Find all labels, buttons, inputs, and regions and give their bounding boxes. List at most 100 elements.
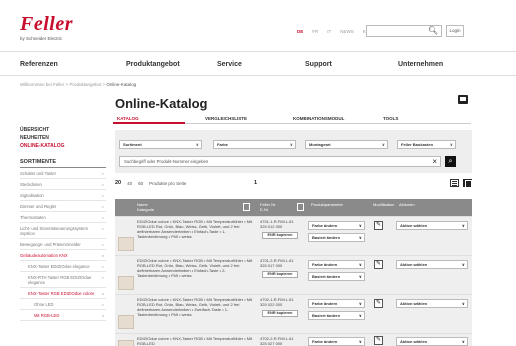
product-description[interactable]: EDIZIOdue colore • KNX-Taster RGB • Mit … (137, 336, 253, 346)
sidebar-item[interactable]: Licht- und Storenstseuerungssystem zeptr… (20, 223, 106, 239)
nav-unternehmen[interactable]: Unternehmen (398, 61, 443, 68)
enr-copy-button[interactable]: ENR kopieren (262, 232, 298, 239)
enr-copy-button[interactable]: ENR kopieren (262, 310, 298, 317)
chevron-down-icon: ∨ (461, 339, 465, 344)
action-select[interactable]: Aktion wählen ∨ (396, 337, 468, 346)
action-select-label: Aktion wählen (400, 262, 428, 267)
sidebar-subsubitem-active[interactable]: Mit RGB-LED v (20, 310, 106, 321)
search-button[interactable]: ⌕ (445, 156, 456, 167)
breadcrumb-separator: > (102, 82, 106, 87)
baukasten-select[interactable]: Feller Baukasten ∨ (397, 140, 456, 149)
color-change-select[interactable]: Farbe ändern ∨ (308, 299, 365, 308)
edit-icon[interactable]: ✎ (374, 299, 383, 308)
action-select[interactable]: Aktion wählen ∨ (396, 221, 468, 230)
edit-icon[interactable]: ✎ (374, 336, 383, 345)
product-description[interactable]: EDIZIOdue colore • KNX-Taster RGB • Mit … (137, 219, 253, 239)
montageart-select-label: Montageart (309, 142, 331, 147)
sidebar-subitem-active[interactable]: KNX-Taster RGB EDIZIOdue colore v (20, 288, 106, 299)
edit-icon[interactable]: ✎ (374, 260, 383, 269)
sortiment-select-label: Sortiment (123, 142, 142, 147)
news-link[interactable]: NEWS (340, 29, 354, 34)
sidebar-item-active[interactable]: Gebäudeautomation KNX v (20, 250, 106, 261)
sidebar-item-label: Ohne LED (34, 302, 54, 307)
sidebar-item[interactable]: Dimmer und Regler > (20, 201, 106, 212)
nav-support[interactable]: Support (305, 61, 332, 68)
search-icon[interactable]: 🔍︎ (428, 26, 438, 35)
product-thumbnail[interactable] (118, 340, 134, 346)
breadcrumb-current: Online-Katalog (106, 82, 137, 87)
sidebar-item[interactable]: Thermostaten > (20, 212, 106, 223)
product-search-input[interactable]: Suchbegriff oder Produkt-Nummer eingeben… (119, 156, 441, 167)
per-page-60[interactable]: 60 (138, 181, 143, 186)
action-select-label: Aktion wählen (400, 223, 428, 228)
edit-icon[interactable]: ✎ (374, 221, 383, 230)
article-number: 4702-1-R.FMI.L.61 325 022 000 (260, 297, 304, 307)
nav-produktangebot[interactable]: Produktangebot (126, 61, 180, 68)
product-thumbnail[interactable] (118, 315, 134, 329)
lang-de[interactable]: DE (297, 29, 303, 34)
sidebar-item-label: Signalisation (20, 193, 44, 198)
nav-service[interactable]: Service (217, 61, 242, 68)
page-number[interactable]: 1 (254, 180, 257, 186)
sidebar-link-neuheiten[interactable]: NEUHEITEN (20, 135, 106, 143)
color-change-select[interactable]: Farbe ändern ∨ (308, 221, 365, 230)
print-icon[interactable] (458, 95, 468, 104)
sort-icon[interactable] (243, 203, 250, 211)
sidebar-subitem[interactable]: KNX-RTH Taster RGB EDIZIOdue elegance > (20, 272, 106, 288)
per-page-40[interactable]: 40 (127, 181, 132, 186)
farbe-select[interactable]: Farbe ∨ (213, 140, 296, 149)
sidebar-subitem[interactable]: KNX-Taster EDIZIOdue elegance > (20, 261, 106, 272)
tab-vergleichsliste[interactable]: VERGLEICHSLISTE (205, 116, 247, 121)
main-navigation: Referenzen Produktangebot Service Suppor… (0, 52, 516, 76)
col-produktparameter: Produktparameter (311, 202, 344, 207)
color-change-select[interactable]: Farbe ändern ∨ (308, 260, 365, 269)
sidebar-item-label: KNX-RTH Taster RGB EDIZIOdue elegance (28, 275, 92, 285)
logo-subtitle: by Schneider Electric (20, 36, 63, 41)
e-nr: 325 027 000 (260, 341, 283, 346)
sidebar-subsubitem[interactable]: Ohne LED > (20, 299, 106, 310)
color-change-select[interactable]: Farbe ändern ∨ (308, 337, 365, 346)
base-change-select[interactable]: Basiert ändern ∨ (308, 233, 365, 242)
sidebar-item[interactable]: Steckdosen > (20, 179, 106, 190)
base-change-label: Basiert ändern (312, 313, 341, 318)
list-view-icon[interactable] (450, 179, 459, 187)
site-search-input[interactable]: 🔍︎ (366, 25, 442, 37)
action-select[interactable]: Aktion wählen ∨ (396, 260, 468, 269)
color-change-label: Farbe ändern (312, 262, 338, 267)
clear-icon[interactable]: × (432, 157, 437, 166)
login-button[interactable]: Login (446, 25, 464, 37)
sidebar-item[interactable]: Schalter und Taster > (20, 168, 106, 179)
action-select[interactable]: Aktion wählen ∨ (396, 299, 468, 308)
per-page-20[interactable]: 20 (115, 180, 121, 186)
sidebar-item[interactable]: Bewegungs- und Präsenzmelder > (20, 239, 106, 250)
tab-katalog[interactable]: KATALOG (117, 116, 139, 121)
grid-view-icon[interactable] (463, 179, 472, 188)
table-row: EDIZIOdue colore • KNX-Taster RGB • Mit … (115, 333, 472, 346)
sort-icon[interactable] (297, 203, 304, 211)
lang-it[interactable]: IT (327, 29, 331, 34)
sortiment-select[interactable]: Sortiment ∨ (119, 140, 202, 149)
product-thumbnail[interactable] (118, 237, 134, 251)
lang-fr[interactable]: FR (312, 29, 318, 34)
montageart-select[interactable]: Montageart ∨ (305, 140, 388, 149)
tab-kombinationsmodul[interactable]: KOMBINATIONSMODUL (293, 116, 344, 121)
enr-copy-button[interactable]: ENR kopieren (262, 271, 298, 278)
breadcrumb-separator: > (65, 82, 69, 87)
base-change-select[interactable]: Basiert ändern ∨ (308, 311, 365, 320)
sidebar-item[interactable]: Signalisation > (20, 190, 106, 201)
feller-logo[interactable]: Feller by Schneider Electric (20, 14, 73, 41)
chevron-down-icon: ∨ (358, 262, 362, 267)
top-bar: Feller by Schneider Electric DE FR IT NE… (0, 0, 516, 52)
sidebar-link-uebersicht[interactable]: ÜBERSICHT (20, 127, 106, 135)
tab-tools[interactable]: TOOLS (383, 116, 398, 121)
product-thumbnail[interactable] (118, 276, 134, 290)
breadcrumb-produktangebot[interactable]: Produktangebot (69, 82, 101, 87)
article-number: 4702-2-R.FMI.L.61 325 027 000 (260, 336, 304, 346)
breadcrumb-home[interactable]: Willkommen bei Feller (20, 82, 64, 87)
sidebar-link-online-katalog[interactable]: ONLINE-KATALOG (20, 143, 106, 151)
product-description[interactable]: EDIZIOdue colore • KNX-Taster RGB • Mit … (137, 258, 253, 278)
product-description[interactable]: EDIZIOdue colore • KNX-Taster RGB • Mit … (137, 297, 253, 317)
chevron-right-icon: > (101, 204, 104, 209)
nav-referenzen[interactable]: Referenzen (20, 61, 58, 68)
base-change-select[interactable]: Basiert ändern ∨ (308, 272, 365, 281)
